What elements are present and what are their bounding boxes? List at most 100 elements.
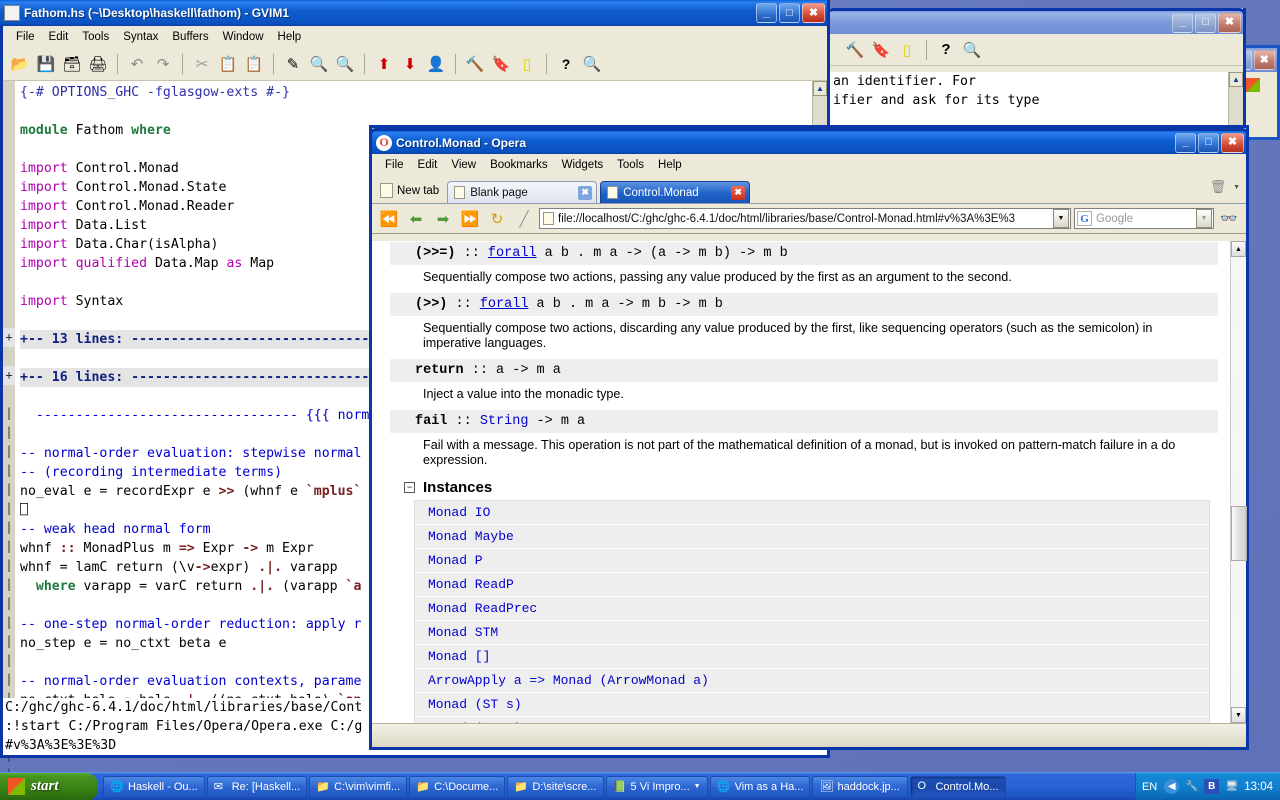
search-input[interactable]: G Google ▼ xyxy=(1074,208,1214,229)
windows-taskbar[interactable]: start 🌐Haskell - Ou...✉Re: [Haskell...📁C… xyxy=(0,772,1280,800)
find-next-icon[interactable]: 🔍 xyxy=(307,52,331,76)
tag-icon[interactable]: ▯ xyxy=(515,52,539,76)
fold-marker[interactable]: | xyxy=(3,461,15,480)
back-icon[interactable]: ⬅ xyxy=(404,207,428,231)
fold-marker[interactable] xyxy=(3,347,15,366)
language-indicator[interactable]: EN xyxy=(1142,781,1157,793)
edit-address-icon[interactable]: ╱ xyxy=(512,207,536,231)
copy-icon[interactable]: 📋 xyxy=(216,52,240,76)
opera-window[interactable]: O Control.Monad - Opera _ □ ✖ File Edit … xyxy=(369,125,1249,750)
fold-marker[interactable] xyxy=(3,176,15,195)
trash-icon[interactable]: 🗑 xyxy=(1206,175,1230,199)
cut-icon[interactable]: ✂ xyxy=(190,52,214,76)
opera-menu-tools[interactable]: Tools xyxy=(610,157,651,173)
fast-forward-icon[interactable]: ⏩ xyxy=(458,207,482,231)
fold-marker[interactable] xyxy=(3,195,15,214)
close-tab-icon[interactable]: ✖ xyxy=(578,186,592,200)
gvim-window-buttons[interactable]: _ □ ✖ xyxy=(756,3,825,23)
bitdefender-icon[interactable]: B xyxy=(1204,779,1219,794)
maximize-button[interactable]: □ xyxy=(1195,13,1216,33)
shell-icon[interactable]: 🔨 xyxy=(843,38,867,62)
find-prev-icon[interactable]: 🔍 xyxy=(333,52,357,76)
help-icon[interactable]: ? xyxy=(554,52,578,76)
chevron-down-icon[interactable]: ▼ xyxy=(694,783,701,790)
fold-marker[interactable]: | xyxy=(3,537,15,556)
taskbar-button[interactable]: 📗5 Vi Impro...▼ xyxy=(606,776,708,798)
fold-marker[interactable] xyxy=(3,81,15,100)
fold-marker[interactable] xyxy=(3,271,15,290)
forward-icon[interactable]: ➡ xyxy=(431,207,455,231)
taskbar-button[interactable]: 🌐Vim as a Ha... xyxy=(710,776,811,798)
background-vim-window[interactable]: _ □ ✖ 🔨 🔖 ▯ ? 🔍 an identifier. For ifier… xyxy=(826,8,1246,138)
instance-row[interactable]: Monad [] xyxy=(415,645,1209,669)
menu-file[interactable]: File xyxy=(9,29,42,45)
opera-menu-widgets[interactable]: Widgets xyxy=(555,157,611,173)
instance-row[interactable]: Monad (ST s) xyxy=(415,693,1209,717)
fold-marker[interactable]: | xyxy=(3,442,15,461)
display-icon[interactable]: 🖥 xyxy=(1224,779,1239,794)
menu-help[interactable]: Help xyxy=(271,29,309,45)
tab-blank-page[interactable]: Blank page ✖ xyxy=(447,181,597,203)
opera-close-button[interactable]: ✖ xyxy=(1221,133,1244,153)
fold-marker[interactable]: | xyxy=(3,670,15,689)
background-window-toolbar[interactable]: 🔨 🔖 ▯ ? 🔍 xyxy=(829,34,1243,66)
fold-marker[interactable]: | xyxy=(3,594,15,613)
scroll-thumb[interactable] xyxy=(1231,506,1247,561)
gvim-menubar[interactable]: File Edit Tools Syntax Buffers Window He… xyxy=(3,26,827,47)
find-help-icon[interactable]: 🔍 xyxy=(960,38,984,62)
fold-marker[interactable]: | xyxy=(3,499,15,518)
start-button[interactable]: start xyxy=(0,773,98,800)
reload-icon[interactable]: ↻ xyxy=(485,207,509,231)
type-link[interactable]: forall xyxy=(480,297,529,312)
shell-icon[interactable]: 🔖 xyxy=(489,52,513,76)
close-button[interactable]: ✖ xyxy=(1218,13,1241,33)
opera-menu-help[interactable]: Help xyxy=(651,157,689,173)
sliver-close-button[interactable]: ✖ xyxy=(1254,50,1275,70)
load-session-icon[interactable]: ⬆ xyxy=(372,52,396,76)
fold-marker[interactable] xyxy=(3,214,15,233)
fold-marker[interactable]: | xyxy=(3,575,15,594)
gvim-maximize-button[interactable]: □ xyxy=(779,3,800,23)
system-tray[interactable]: EN ◀ 🔧 B 🖥 13:04 xyxy=(1135,773,1280,800)
fold-marker[interactable]: + xyxy=(3,328,15,347)
instance-row[interactable]: Monad IO xyxy=(415,501,1209,525)
taskbar-clock[interactable]: 13:04 xyxy=(1244,781,1273,793)
fold-marker[interactable] xyxy=(3,119,15,138)
type-link[interactable]: forall xyxy=(488,246,537,261)
fold-marker[interactable]: | xyxy=(3,423,15,442)
taskbar-button[interactable]: ✉Re: [Haskell... xyxy=(207,776,307,798)
fold-marker[interactable] xyxy=(3,290,15,309)
scroll-up-icon[interactable]: ▲ xyxy=(1231,241,1246,257)
find-replace-icon[interactable]: ✎ xyxy=(281,52,305,76)
instance-row[interactable]: Monad Maybe xyxy=(415,525,1209,549)
make-icon[interactable]: 🔨 xyxy=(463,52,487,76)
help-icon[interactable]: ? xyxy=(934,38,958,62)
opera-menu-view[interactable]: View xyxy=(444,157,483,173)
tab-control-monad[interactable]: Control.Monad ✖ xyxy=(600,181,750,203)
opera-minimize-button[interactable]: _ xyxy=(1175,133,1196,153)
opera-menu-bookmarks[interactable]: Bookmarks xyxy=(483,157,555,173)
redo-icon[interactable]: ↷ xyxy=(151,52,175,76)
type-link[interactable]: String xyxy=(480,414,529,429)
fold-marker[interactable]: | xyxy=(3,613,15,632)
instance-row[interactable]: Monad STM xyxy=(415,621,1209,645)
scroll-up-icon[interactable]: ▲ xyxy=(1229,72,1243,87)
fold-marker[interactable] xyxy=(3,309,15,328)
gvim-titlebar[interactable]: Fathom.hs (~\Desktop\haskell\fathom) - G… xyxy=(0,0,830,26)
find-help-icon[interactable]: 🔍 xyxy=(580,52,604,76)
fold-marker[interactable]: | xyxy=(3,518,15,537)
taskbar-button[interactable]: OControl.Mo... xyxy=(910,776,1006,798)
opera-titlebar[interactable]: O Control.Monad - Opera _ □ ✖ xyxy=(369,128,1249,154)
chevron-down-icon[interactable]: ▼ xyxy=(1196,209,1212,228)
background-window-buttons[interactable]: _ □ ✖ xyxy=(1172,13,1241,33)
opera-menu-edit[interactable]: Edit xyxy=(411,157,445,173)
fold-marker[interactable] xyxy=(3,157,15,176)
fold-marker[interactable]: | xyxy=(3,632,15,651)
fold-marker[interactable]: | xyxy=(3,556,15,575)
fold-marker[interactable]: | xyxy=(3,404,15,423)
open-icon[interactable]: 📂 xyxy=(8,52,32,76)
fold-marker[interactable] xyxy=(3,385,15,404)
fold-marker[interactable] xyxy=(3,252,15,271)
menu-window[interactable]: Window xyxy=(216,29,271,45)
scrollbar-track[interactable] xyxy=(1231,257,1246,707)
